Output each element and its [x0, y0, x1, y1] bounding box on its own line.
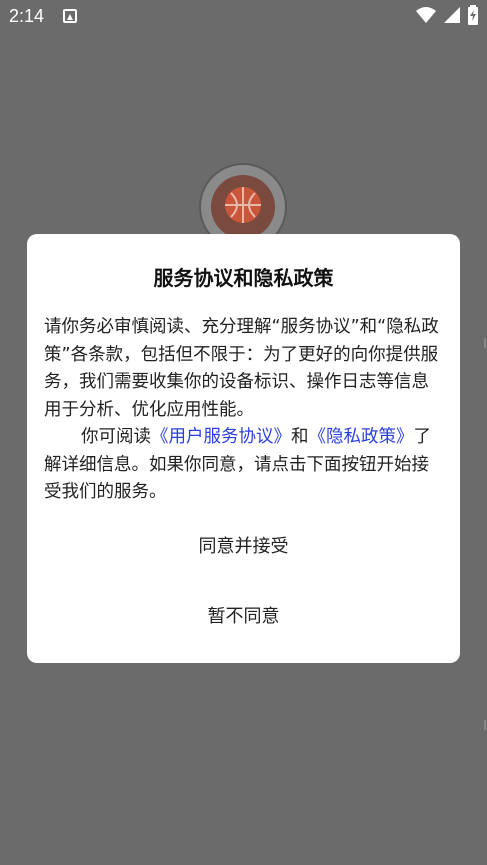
user-agreement-link[interactable]: 《用户服务协议》	[151, 427, 291, 447]
logo-ball-icon	[211, 175, 275, 239]
wifi-icon	[415, 7, 436, 23]
status-time: 2:14	[9, 6, 45, 26]
and-text: 和	[291, 427, 309, 447]
signal-icon	[443, 7, 460, 23]
dialog-title: 服务协议和隐私政策	[153, 266, 334, 290]
dialog-paragraph-2: 你可阅读《用户服务协议》和《隐私政策》了解详细信息。如果你同意，请点击下面按钮开…	[44, 424, 444, 507]
edge-mark	[484, 720, 486, 730]
privacy-policy-link[interactable]: 《隐私政策》	[309, 427, 414, 447]
agree-button[interactable]: 同意并接受	[27, 524, 460, 570]
read-prefix: 你可阅读	[81, 427, 151, 447]
edge-mark	[484, 338, 486, 348]
status-icons	[415, 5, 479, 27]
dialog-paragraph-1: 请你务必审慎阅读、充分理解“服务协议”和“隐私政策”各条款，包括但不限于：为了更…	[44, 317, 439, 420]
dialog-body: 请你务必审慎阅读、充分理解“服务协议”和“隐私政策”各条款，包括但不限于：为了更…	[44, 314, 444, 507]
status-bar: 2:14	[0, 0, 487, 34]
privacy-dialog: 服务协议和隐私政策 请你务必审慎阅读、充分理解“服务协议”和“隐私政策”各条款，…	[27, 234, 460, 663]
disagree-button[interactable]: 暂不同意	[27, 594, 460, 640]
battery-icon	[468, 5, 478, 25]
app-notification-icon	[63, 9, 77, 23]
